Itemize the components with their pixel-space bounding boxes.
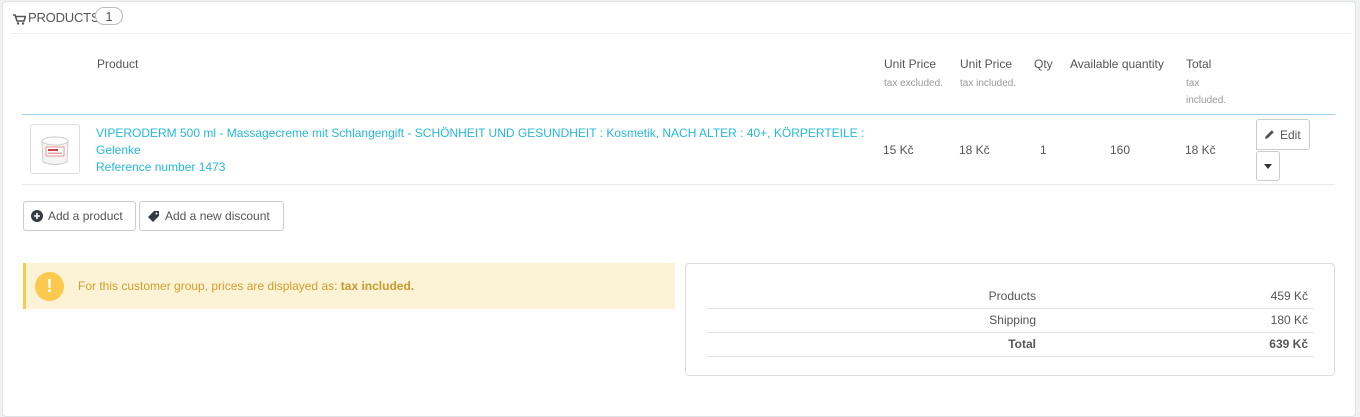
product-name[interactable]: VIPERODERM 500 ml - Massagecreme mit Sch… — [96, 126, 864, 157]
col-header-total: Total tax included. — [1186, 57, 1227, 106]
col-header-product: Product — [97, 57, 139, 71]
totals-row-products: Products 459 Kč — [706, 284, 1314, 309]
add-discount-label: Add a new discount — [165, 209, 270, 223]
unit-price-incl-value: 18 Kč — [959, 143, 990, 157]
alert-text: For this customer group, prices are disp… — [78, 279, 415, 293]
col-header-unit-price-excl: Unit Price tax excluded. — [884, 57, 943, 89]
row-actions-dropdown-toggle[interactable] — [1256, 151, 1280, 181]
header-divider — [22, 114, 1335, 115]
add-discount-button[interactable]: Add a new discount — [139, 201, 284, 231]
totals-row-shipping: Shipping 180 Kč — [706, 308, 1314, 333]
cream-jar-image — [41, 136, 69, 165]
edit-button[interactable]: Edit — [1256, 119, 1310, 150]
row-divider — [22, 184, 1335, 185]
totals-row-total: Total 639 Kč — [706, 332, 1314, 357]
add-product-label: Add a product — [48, 209, 123, 223]
warning-icon: ! — [35, 272, 64, 301]
order-totals-panel: Products 459 Kč Shipping 180 Kč Total 639 K… — [685, 263, 1335, 376]
product-link[interactable]: VIPERODERM 500 ml - Massagecreme mit Sch… — [96, 125, 866, 176]
product-thumbnail[interactable] — [30, 124, 80, 174]
ticket-icon — [148, 211, 159, 222]
unit-price-excl-value: 15 Kč — [883, 143, 914, 157]
qty-value: 1 — [1040, 143, 1047, 157]
col-header-qty: Qty — [1034, 57, 1053, 71]
alert-emphasis: tax included. — [340, 279, 415, 293]
edit-button-label: Edit — [1280, 127, 1301, 142]
product-count-badge: 1 — [95, 7, 123, 25]
pencil-icon — [1265, 130, 1274, 139]
product-reference[interactable]: Reference number 1473 — [96, 160, 225, 174]
plus-circle-icon — [31, 210, 43, 222]
available-qty-value: 160 — [1110, 143, 1131, 157]
add-product-button[interactable]: Add a product — [23, 201, 136, 231]
panel-title: PRODUCTS — [28, 10, 100, 25]
col-header-available: Available quantity — [1070, 57, 1164, 71]
shopping-cart-icon — [13, 14, 26, 25]
caret-down-icon — [1264, 163, 1272, 169]
total-value: 18 Kč — [1185, 143, 1216, 157]
col-header-unit-price-incl: Unit Price tax included. — [960, 57, 1017, 89]
tax-info-alert: ! For this customer group, prices are di… — [23, 263, 675, 309]
panel-heading: PRODUCTS 1 — [11, 7, 1351, 34]
